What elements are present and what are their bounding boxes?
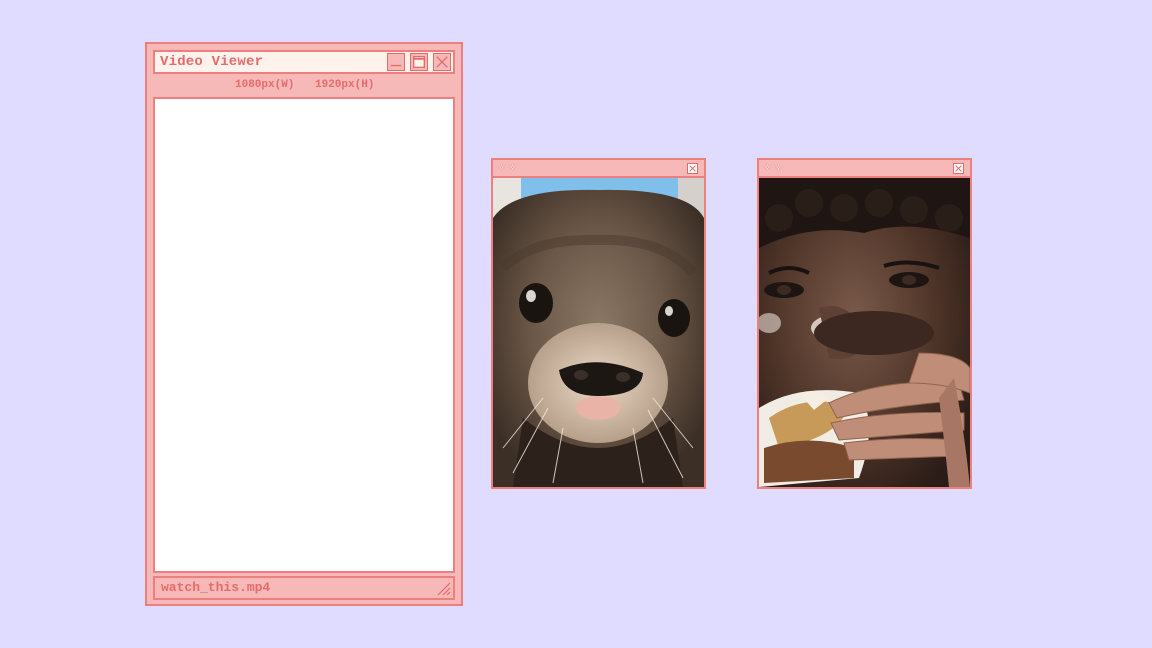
photo-window-otter[interactable]: ✧✧✧ bbox=[491, 158, 706, 489]
viewer-titlebar[interactable]: Video Viewer bbox=[153, 50, 455, 74]
height-label: 1920px(H) bbox=[315, 79, 375, 91]
photo-window-burger[interactable]: ✧✧✧ bbox=[757, 158, 972, 489]
close-button[interactable] bbox=[433, 53, 451, 71]
video-viewer-window[interactable]: Video Viewer 1080px(W) 1920px(H) watch_t… bbox=[145, 42, 463, 606]
photo-titlebar[interactable]: ✧✧✧ bbox=[759, 160, 970, 178]
close-icon bbox=[436, 56, 448, 68]
maximize-button[interactable] bbox=[410, 53, 428, 71]
sparkle-icon: ✧✧✧ bbox=[764, 162, 782, 174]
viewer-footer: watch_this.mp4 bbox=[153, 576, 455, 600]
photo-close-button[interactable] bbox=[687, 163, 698, 174]
filename-label: watch_this.mp4 bbox=[161, 580, 271, 595]
close-icon bbox=[955, 165, 962, 172]
burger-photo bbox=[759, 178, 970, 487]
photo-close-button[interactable] bbox=[953, 163, 964, 174]
otter-photo bbox=[493, 178, 704, 487]
sparkle-icon: ✧✧✧ bbox=[498, 162, 516, 174]
close-icon bbox=[689, 165, 696, 172]
width-label: 1080px(W) bbox=[235, 79, 295, 91]
maximize-icon bbox=[413, 56, 425, 68]
resize-grip-icon[interactable] bbox=[435, 580, 451, 596]
window-title: Video Viewer bbox=[160, 54, 264, 70]
minimize-icon bbox=[390, 64, 402, 67]
minimize-button[interactable] bbox=[387, 53, 405, 71]
photo-titlebar[interactable]: ✧✧✧ bbox=[493, 160, 704, 178]
video-area[interactable] bbox=[153, 97, 455, 573]
